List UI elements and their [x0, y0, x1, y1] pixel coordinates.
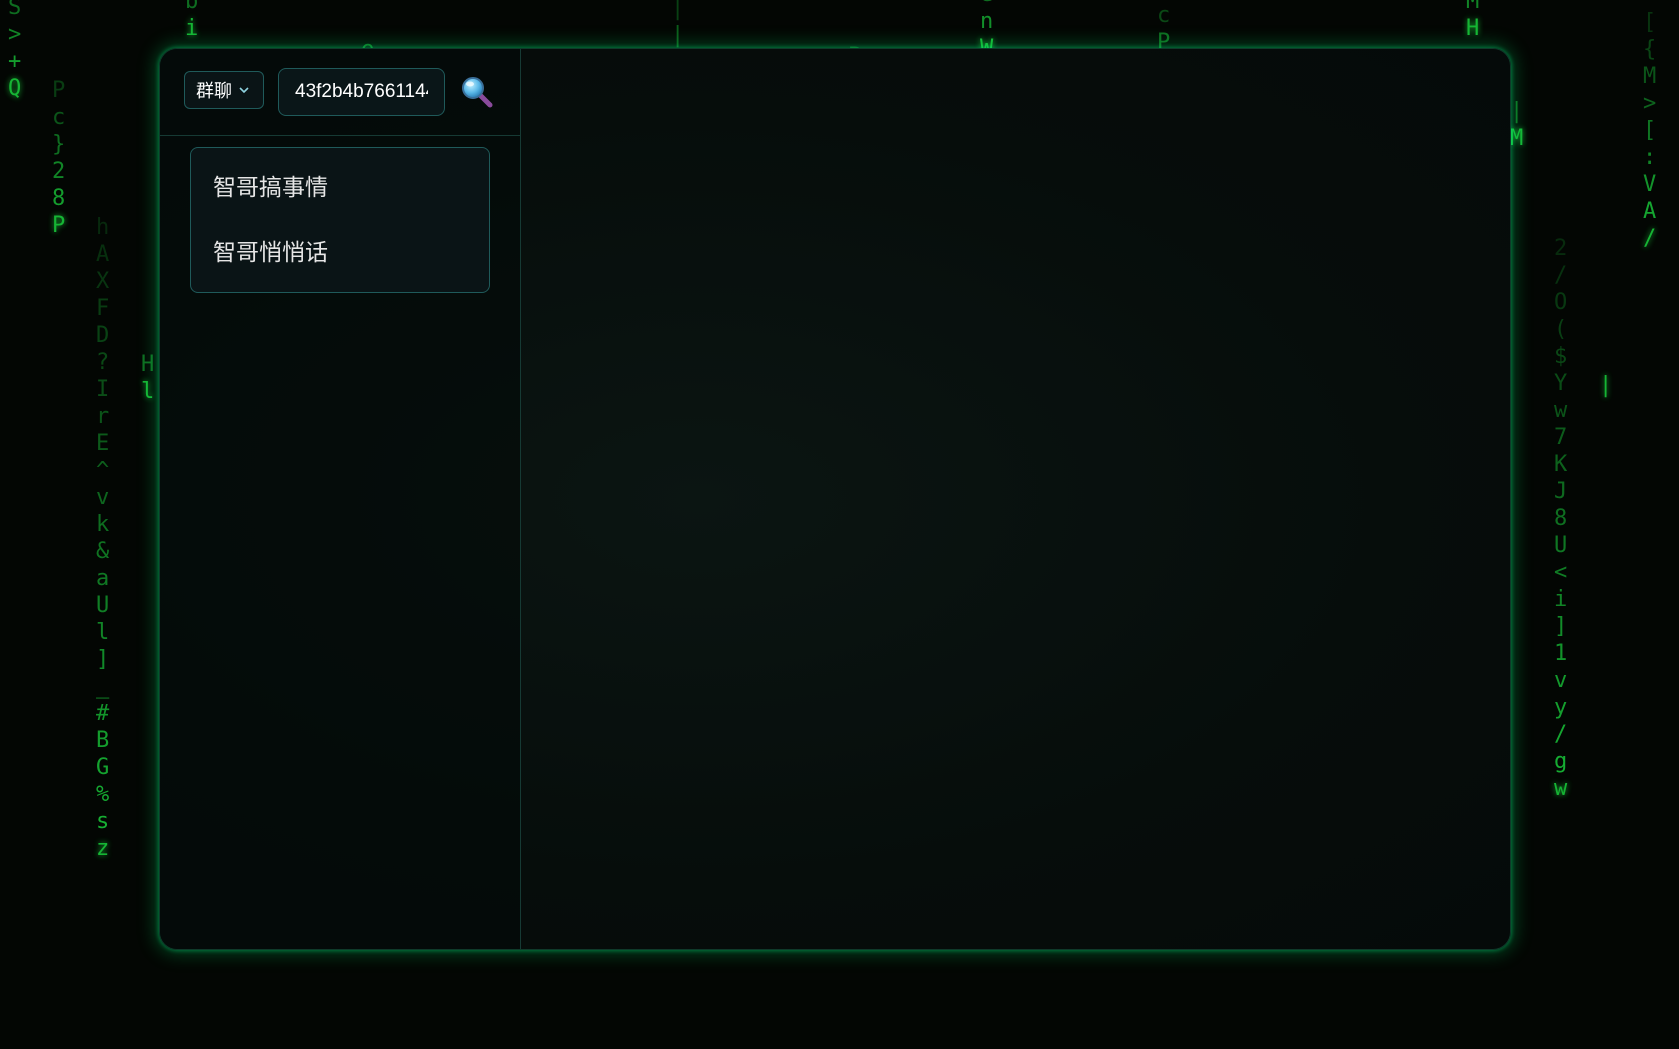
- matrix-rain-column: | M: [1510, 99, 1524, 151]
- matrix-rain-column: 0>: [494, 0, 507, 1]
- chat-search-dropdown: 智哥搞事情 智哥悄悄话: [190, 147, 490, 293]
- sidebar-header: 群聊: [160, 49, 520, 136]
- matrix-rain-column: [{M >[: V A /: [1643, 10, 1657, 251]
- matrix-rain-column: h A X F D? Ir E ^ v k & a Ul] _ # B G% s z: [96, 215, 110, 861]
- dropdown-item-chat[interactable]: 智哥悄悄话: [213, 233, 328, 273]
- matrix-rain-column: Pc} 2 8 P: [52, 78, 66, 238]
- chat-type-select[interactable]: 群聊: [184, 71, 264, 109]
- dropdown-item-chat[interactable]: 智哥搞事情: [213, 168, 328, 208]
- chat-app-window: 群聊 智哥搞事情 智哥悄悄话: [159, 48, 1511, 950]
- chat-main-pane: [521, 49, 1510, 949]
- matrix-rain-column: 2/O($ Yw 7 K J 8 U < i] 1 v y / g w: [1554, 236, 1568, 801]
- matrix-rain-column: Hl: [141, 352, 155, 404]
- matrix-rain-column: oMH: [1466, 0, 1480, 41]
- search-input[interactable]: [278, 68, 445, 116]
- sidebar: 群聊 智哥搞事情 智哥悄悄话: [160, 49, 521, 949]
- matrix-rain-column: |: [1599, 373, 1613, 398]
- magnifier-icon[interactable]: [460, 75, 494, 109]
- matrix-rain-column: 8@S>+Q: [8, 0, 22, 101]
- chevron-down-icon: [239, 87, 249, 94]
- chat-type-select-value: 群聊: [196, 81, 232, 102]
- matrix-rain-column: bi: [185, 0, 199, 41]
